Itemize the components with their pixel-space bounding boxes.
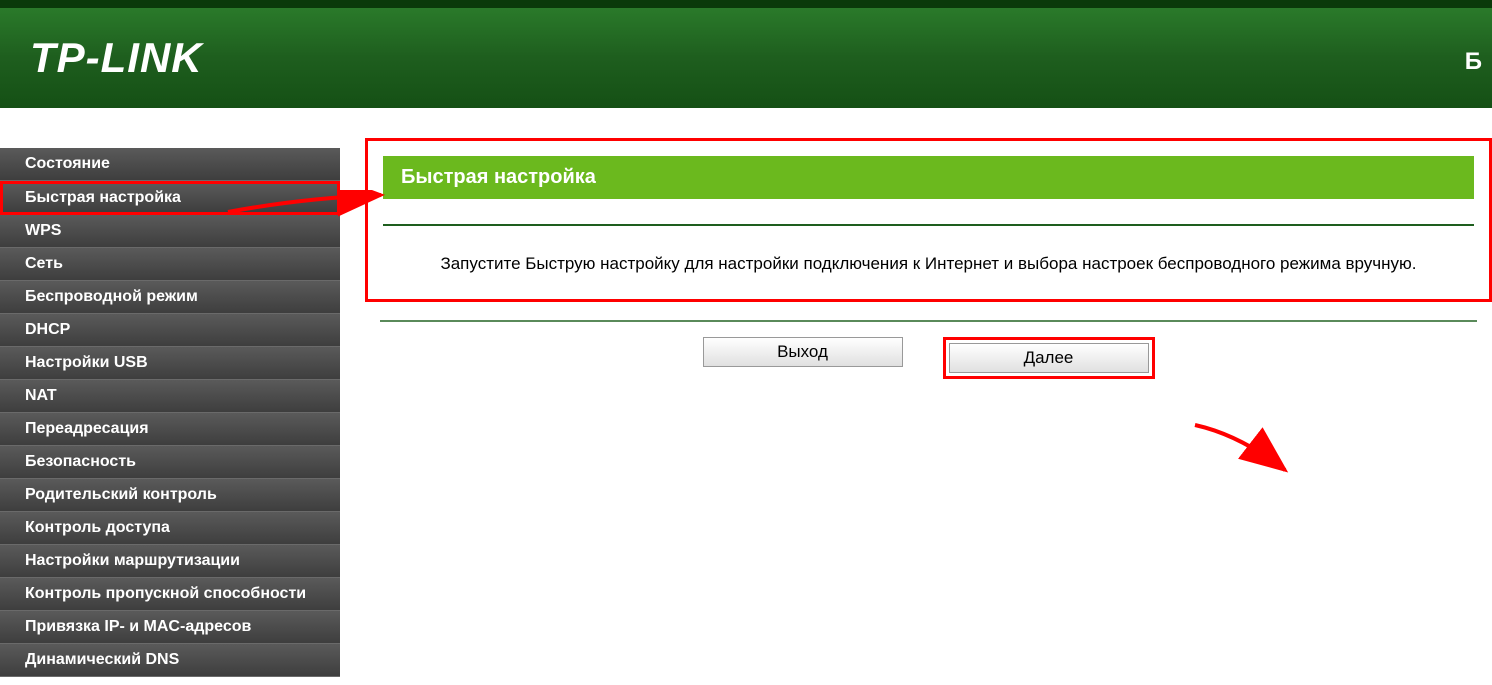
sidebar-item-15[interactable]: Динамический DNS: [0, 644, 340, 677]
divider-bottom: [380, 320, 1477, 322]
page-title: Быстрая настройка: [383, 156, 1474, 199]
sidebar-item-11[interactable]: Контроль доступа: [0, 512, 340, 545]
main-content: Быстрая настройка Запустите Быструю наст…: [340, 123, 1492, 685]
sidebar-item-3[interactable]: Сеть: [0, 248, 340, 281]
next-button[interactable]: Далее: [949, 343, 1149, 373]
header-right-char: Б: [1465, 48, 1482, 76]
header: TP-LINK Б: [0, 0, 1492, 108]
sidebar-item-9[interactable]: Безопасность: [0, 446, 340, 479]
button-row: Выход Далее: [365, 337, 1492, 379]
sidebar-item-6[interactable]: Настройки USB: [0, 347, 340, 380]
layout: СостояниеБыстрая настройкаWPSСетьБеспров…: [0, 123, 1492, 685]
exit-button[interactable]: Выход: [703, 337, 903, 367]
quick-setup-panel: Быстрая настройка Запустите Быструю наст…: [365, 138, 1492, 302]
divider: [383, 224, 1474, 226]
sidebar-item-2[interactable]: WPS: [0, 215, 340, 248]
logo: TP-LINK: [30, 34, 203, 82]
next-button-highlight: Далее: [943, 337, 1155, 379]
annotation-arrow-to-next: [1190, 420, 1300, 480]
sidebar-item-8[interactable]: Переадресация: [0, 413, 340, 446]
sidebar-item-4[interactable]: Беспроводной режим: [0, 281, 340, 314]
sidebar-item-0[interactable]: Состояние: [0, 148, 340, 181]
sidebar-item-14[interactable]: Привязка IP- и MAC-адресов: [0, 611, 340, 644]
sidebar-item-12[interactable]: Настройки маршрутизации: [0, 545, 340, 578]
description-text: Запустите Быструю настройку для настройк…: [383, 254, 1474, 274]
sidebar-item-1[interactable]: Быстрая настройка: [0, 181, 340, 215]
sidebar: СостояниеБыстрая настройкаWPSСетьБеспров…: [0, 123, 340, 685]
sidebar-item-5[interactable]: DHCP: [0, 314, 340, 347]
sidebar-item-13[interactable]: Контроль пропускной способности: [0, 578, 340, 611]
sidebar-item-10[interactable]: Родительский контроль: [0, 479, 340, 512]
sidebar-item-7[interactable]: NAT: [0, 380, 340, 413]
